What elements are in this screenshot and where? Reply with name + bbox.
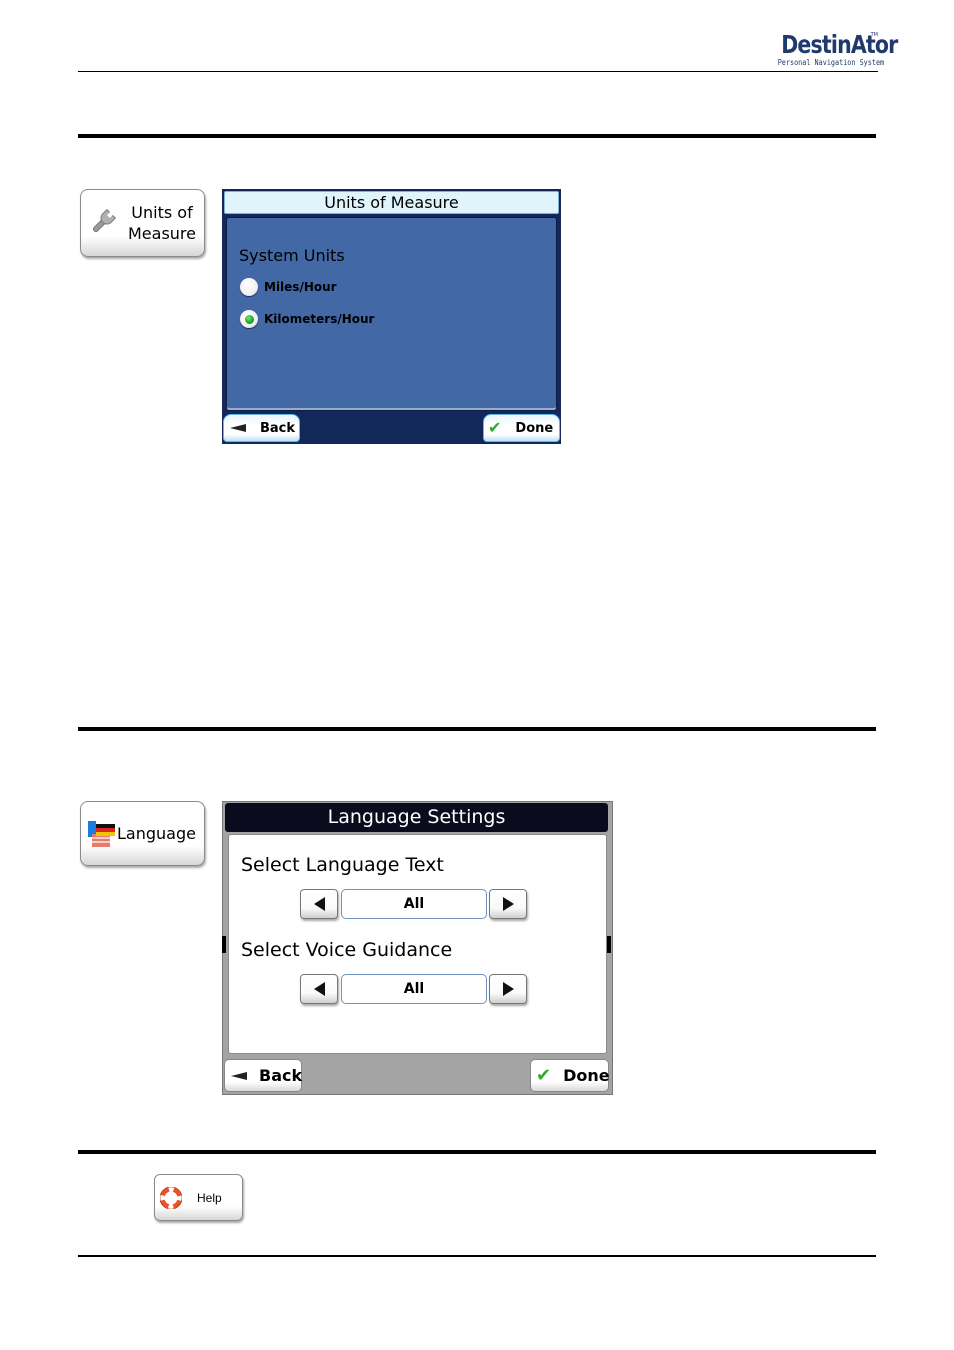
back-arrow-icon [230,424,246,432]
done-button[interactable]: ✔ Done [483,414,560,442]
destinator-logo: DestinAtor TM Personal Navigation System [760,30,899,68]
back-arrow-icon [231,1071,247,1080]
right-arrow-icon [502,897,514,911]
logo-trademark: TM [870,32,878,38]
back-button[interactable]: Back [224,1059,302,1092]
checkmark-icon: ✔ [536,1064,552,1086]
done-label: Done [563,1066,610,1085]
radio-button[interactable] [240,278,258,296]
units-of-measure-button-label: Units of Measure [123,202,201,244]
section-divider-units [78,134,876,138]
voice-guidance-prev-button[interactable] [300,974,338,1004]
logo-wordmark: DestinAtor [781,30,898,59]
voice-guidance-next-button[interactable] [489,974,527,1004]
dialog-title: Units of Measure [224,191,559,214]
system-units-heading: System Units [239,246,345,265]
language-button-label: Language [117,824,196,843]
units-panel: System Units Miles/Hour Kilometers/Hour [226,217,557,411]
scroll-marker-right [607,936,611,953]
wrench-icon [92,208,117,233]
section-divider-language [78,727,876,731]
back-button[interactable]: Back [223,414,300,442]
checkmark-icon: ✔ [488,418,502,437]
voice-guidance-picker: All [300,974,530,1006]
language-text-heading: Select Language Text [241,854,444,876]
left-arrow-icon [313,897,325,911]
radio-label: Kilometers/Hour [264,312,375,326]
radio-label: Miles/Hour [264,280,337,294]
language-text-prev-button[interactable] [300,889,338,919]
left-arrow-icon [313,982,325,996]
lifebuoy-icon [160,1187,182,1209]
help-button-label: Help [197,1191,222,1205]
right-arrow-icon [502,982,514,996]
language-text-next-button[interactable] [489,889,527,919]
help-button[interactable]: Help [154,1174,243,1221]
radio-miles-hour[interactable]: Miles/Hour [240,278,337,296]
header-divider [78,71,878,72]
voice-guidance-heading: Select Voice Guidance [241,939,453,961]
flags-icon [88,821,115,847]
done-button[interactable]: ✔ Done [530,1059,610,1092]
language-button[interactable]: Language [80,801,205,866]
language-panel: Select Language Text All Select Voice Gu… [228,834,607,1054]
radio-selected-dot [244,314,254,324]
footer-divider [78,1255,876,1257]
back-label: Back [259,1066,303,1085]
logo-tagline: Personal Navigation System [777,58,885,67]
units-label-line2: Measure [128,224,196,243]
radio-button-selected[interactable] [240,310,258,328]
back-label: Back [260,420,296,436]
language-settings-dialog: Language Settings Select Language Text A… [222,801,613,1095]
done-label: Done [515,420,554,436]
scroll-marker-left [222,936,226,953]
language-text-picker: All [300,889,530,921]
units-label-line1: Units of [131,203,193,222]
section-divider-help [78,1150,876,1154]
units-of-measure-button[interactable]: Units of Measure [80,189,205,257]
language-text-value[interactable]: All [341,889,487,919]
units-of-measure-dialog: Units of Measure System Units Miles/Hour… [222,189,561,444]
radio-kilometers-hour[interactable]: Kilometers/Hour [240,310,374,328]
voice-guidance-value[interactable]: All [341,974,487,1004]
dialog-title: Language Settings [225,803,608,832]
